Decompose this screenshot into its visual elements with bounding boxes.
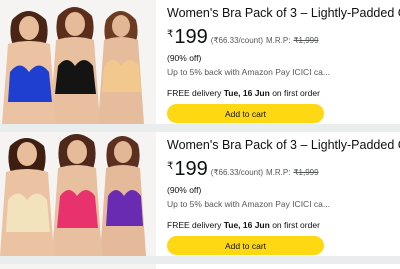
- unit-price: (₹66.33/count): [210, 36, 263, 45]
- delivery-date: Tue, 16 Jun: [223, 88, 270, 98]
- product-image[interactable]: [0, 0, 156, 124]
- search-results-list: Women's Bra Pack of 3 – Lightly-Padded C…: [0, 0, 400, 269]
- price-row: ₹ 199 (₹66.33/count) M.R.P: ₹1,999: [167, 27, 400, 47]
- product-title[interactable]: Women's Bra Pack of 3 – Lightly-Padded C…: [167, 138, 400, 154]
- discount-text: (90% off): [167, 53, 202, 63]
- mrp-label: M.R.P:: [265, 36, 291, 45]
- delivery-suffix: on first order: [269, 220, 320, 230]
- product-card: [0, 264, 400, 269]
- price-row: ₹ 199 (₹66.33/count) M.R.P: ₹1,999: [167, 159, 400, 179]
- product-image[interactable]: [0, 132, 156, 256]
- price: 199: [174, 158, 208, 180]
- delivery-prefix: FREE delivery: [167, 88, 224, 98]
- delivery-date: Tue, 16 Jun: [223, 220, 270, 230]
- delivery-info: FREE delivery Tue, 16 Jun on first order: [167, 220, 400, 231]
- price: 199: [174, 26, 208, 48]
- delivery-info: FREE delivery Tue, 16 Jun on first order: [167, 88, 400, 99]
- product-card: Women's Bra Pack of 3 – Lightly-Padded C…: [0, 132, 400, 256]
- discount-text: (90% off): [167, 185, 202, 195]
- mrp-label: M.R.P:: [265, 168, 291, 177]
- product-title[interactable]: Women's Bra Pack of 3 – Lightly-Padded C…: [167, 6, 400, 22]
- delivery-prefix: FREE delivery: [167, 220, 224, 230]
- cashback-offer: Up to 5% back with Amazon Pay ICICI ca..…: [167, 67, 330, 77]
- mrp-price: ₹1,999: [293, 168, 319, 177]
- currency-symbol: ₹: [167, 29, 174, 40]
- add-to-cart-button[interactable]: Add to cart: [167, 104, 324, 123]
- product-info: Women's Bra Pack of 3 – Lightly-Padded C…: [156, 0, 400, 124]
- currency-symbol: ₹: [167, 161, 174, 172]
- unit-price: (₹66.33/count): [210, 168, 263, 177]
- product-image[interactable]: [0, 264, 156, 269]
- cashback-offer: Up to 5% back with Amazon Pay ICICI ca..…: [167, 199, 330, 209]
- product-card: Women's Bra Pack of 3 – Lightly-Padded C…: [0, 0, 400, 124]
- product-info: Women's Bra Pack of 3 – Lightly-Padded C…: [156, 132, 400, 256]
- mrp-price: ₹1,999: [293, 36, 319, 45]
- delivery-suffix: on first order: [269, 88, 320, 98]
- add-to-cart-button[interactable]: Add to cart: [167, 236, 324, 255]
